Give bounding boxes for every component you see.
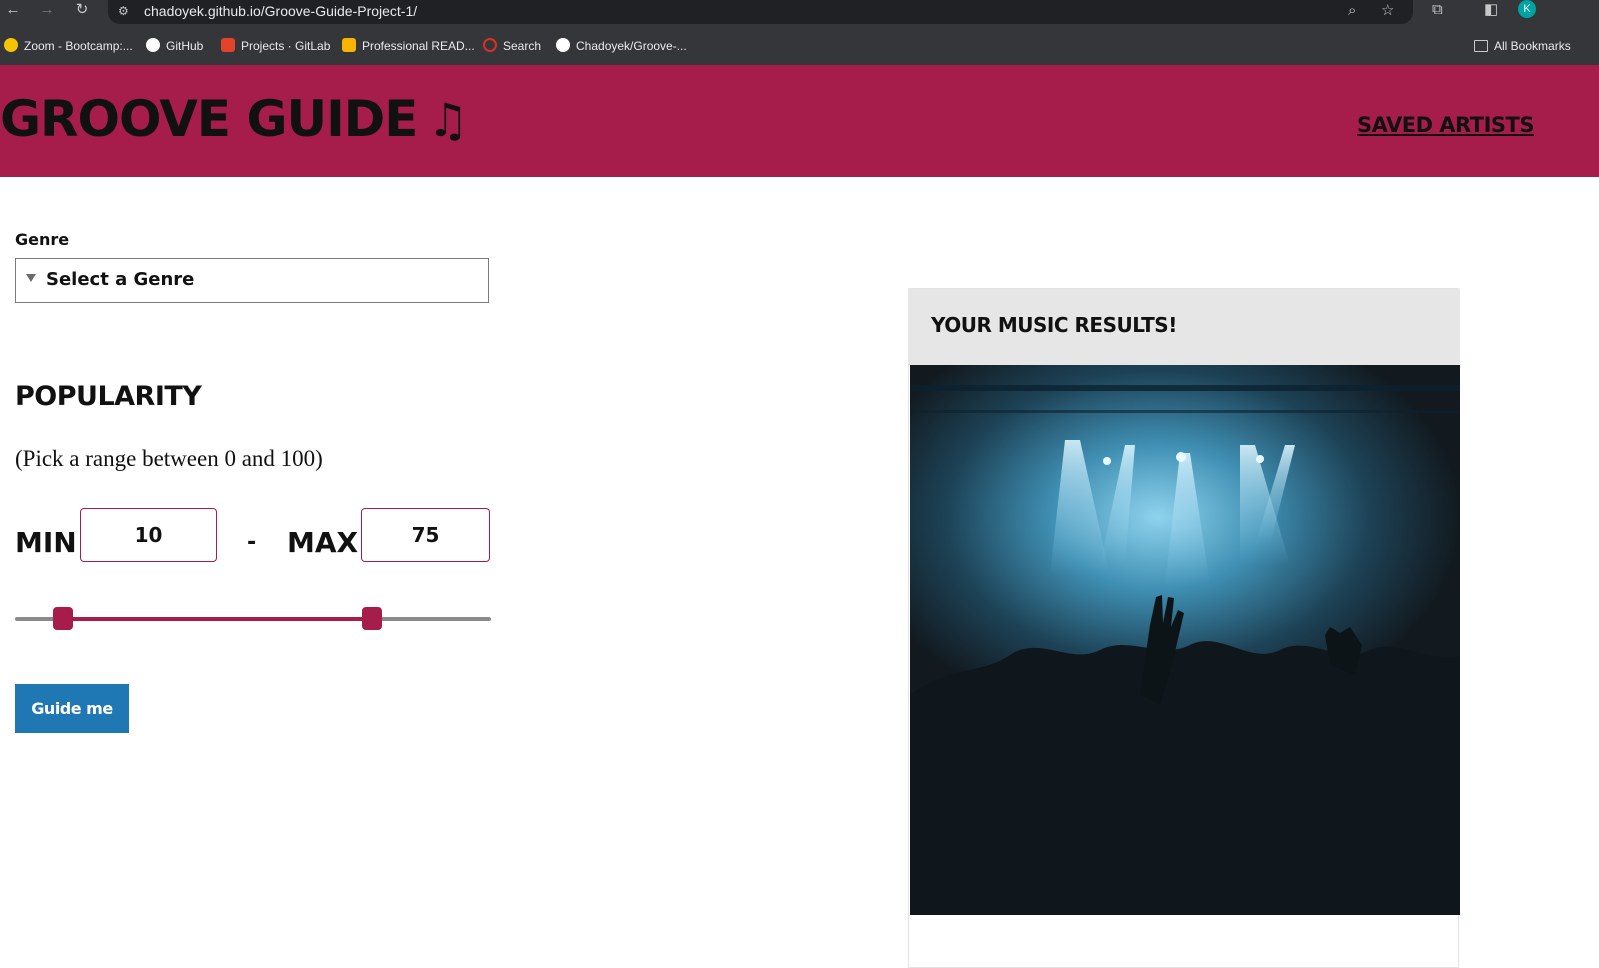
bookmark-gitlab[interactable]: Projects · GitLab xyxy=(221,37,330,55)
github-icon xyxy=(146,38,160,52)
slider-max-handle[interactable] xyxy=(362,607,382,630)
dropdown-arrow-icon xyxy=(26,274,36,282)
min-input[interactable]: 10 xyxy=(80,508,217,562)
bookmark-search[interactable]: Search xyxy=(483,37,541,55)
bookmark-github[interactable]: GitHub xyxy=(146,37,203,55)
slider-min-handle[interactable] xyxy=(52,607,73,630)
bookmark-zoom[interactable]: Zoom - Bootcamp:... xyxy=(4,37,133,55)
results-title: Your Music Results! xyxy=(931,313,1177,337)
site-title-text: Groove Guide xyxy=(0,90,418,148)
saved-artists-link[interactable]: Saved Artists xyxy=(1357,113,1534,137)
popularity-hint: (Pick a range between 0 and 100) xyxy=(15,446,323,471)
zoom-icon[interactable]: ⌕ xyxy=(1348,1,1356,21)
genre-label: Genre xyxy=(15,230,70,249)
popularity-heading: Popularity xyxy=(15,381,202,412)
music-note-icon: ♫ xyxy=(427,93,468,147)
readme-icon xyxy=(342,38,356,52)
max-input[interactable]: 75 xyxy=(361,508,490,562)
bookmark-label: Search xyxy=(503,39,542,53)
back-icon[interactable]: ← xyxy=(2,0,24,22)
search-icon xyxy=(483,38,497,52)
address-bar[interactable]: ⚙ chadoyek.github.io/Groove-Guide-Projec… xyxy=(108,0,1413,24)
bookmarks-bar: Zoom - Bootcamp:... GitHub Projects · Gi… xyxy=(0,27,1599,65)
zoom-icon xyxy=(4,38,18,52)
max-label: Max xyxy=(287,526,359,559)
results-header: Your Music Results! xyxy=(909,289,1460,365)
bookmark-label: GitHub xyxy=(166,39,204,53)
profile-avatar[interactable]: K xyxy=(1518,0,1536,18)
folder-icon xyxy=(1474,40,1488,52)
site-header: Groove Guide ♫ Saved Artists xyxy=(0,65,1599,177)
guide-me-button[interactable]: Guide me xyxy=(15,684,129,733)
bookmark-label: Zoom - Bootcamp:... xyxy=(24,39,133,53)
popularity-slider[interactable] xyxy=(15,607,491,630)
all-bookmarks[interactable]: All Bookmarks xyxy=(1474,37,1571,55)
results-card: Your Music Results! xyxy=(908,288,1460,968)
gitlab-icon xyxy=(221,38,235,52)
side-panel-icon[interactable]: ◧ xyxy=(1484,0,1498,20)
url-text[interactable]: chadoyek.github.io/Groove-Guide-Project-… xyxy=(144,2,417,20)
reload-icon[interactable]: ↻ xyxy=(71,0,93,22)
concert-crowd-image xyxy=(910,365,1460,915)
forward-icon[interactable]: → xyxy=(36,0,58,22)
bookmark-label: Chadoyek/Groove-... xyxy=(576,39,687,53)
bookmark-star-icon[interactable]: ☆ xyxy=(1381,1,1394,21)
github-icon xyxy=(556,38,570,52)
bookmark-label: Professional READ... xyxy=(362,39,475,53)
min-label: Min xyxy=(15,526,77,559)
all-bookmarks-label: All Bookmarks xyxy=(1494,39,1571,53)
bookmark-label: Projects · GitLab xyxy=(241,39,331,53)
bookmark-groove-repo[interactable]: Chadoyek/Groove-... xyxy=(556,37,687,55)
genre-select[interactable]: Select a Genre xyxy=(15,258,489,303)
slider-range-fill xyxy=(62,617,372,621)
extensions-icon[interactable]: ⧉ xyxy=(1432,0,1443,20)
range-dash: - xyxy=(247,530,257,555)
site-title: Groove Guide ♫ xyxy=(0,83,469,156)
browser-toolbar: ← → ↻ ⚙ chadoyek.github.io/Groove-Guide-… xyxy=(0,0,1599,27)
bookmark-readme[interactable]: Professional READ... xyxy=(342,37,475,55)
site-settings-icon[interactable]: ⚙ xyxy=(118,4,132,18)
genre-select-value: Select a Genre xyxy=(46,269,195,290)
